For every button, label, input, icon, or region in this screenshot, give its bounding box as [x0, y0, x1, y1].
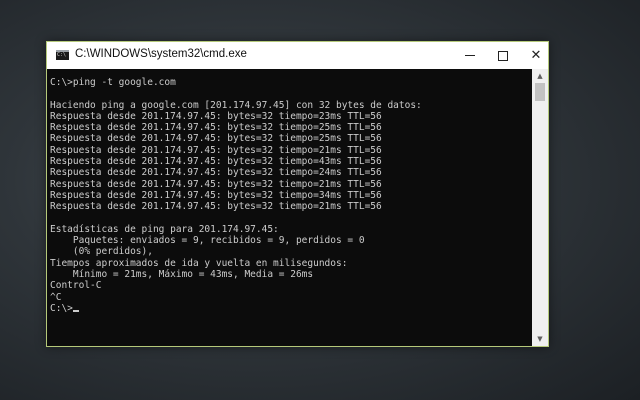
- title-bar[interactable]: C:\WINDOWS\system32\cmd.exe ✕: [47, 42, 548, 69]
- prompt-text: C:\>: [50, 302, 73, 314]
- maximize-icon: [498, 50, 508, 61]
- console-line: Respuesta desde 201.174.97.45: bytes=32 …: [50, 122, 382, 134]
- console-line: Respuesta desde 201.174.97.45: bytes=32 …: [50, 178, 382, 190]
- console-line: Paquetes: enviados = 9, recibidos = 9, p…: [50, 235, 365, 247]
- cmd-window: C:\WINDOWS\system32\cmd.exe ✕ C:\>ping -…: [46, 41, 549, 347]
- text-cursor: [72, 309, 79, 312]
- scroll-up-arrow-icon[interactable]: ▲: [532, 69, 548, 83]
- console-output[interactable]: C:\>ping -t google.com Haciendo ping a go…: [47, 69, 532, 346]
- vertical-scrollbar[interactable]: ▲ ▼: [532, 69, 548, 346]
- scroll-down-arrow-icon[interactable]: ▼: [532, 332, 548, 346]
- minimize-button[interactable]: [454, 42, 486, 69]
- close-button[interactable]: ✕: [520, 42, 552, 69]
- console-line: ^C: [50, 291, 62, 303]
- console-line: Respuesta desde 201.174.97.45: bytes=32 …: [50, 110, 382, 122]
- cmd-icon: [56, 50, 69, 60]
- console-line: Mínimo = 21ms, Máximo = 43ms, Media = 26…: [50, 269, 314, 281]
- maximize-button[interactable]: [487, 42, 519, 69]
- scrollbar-thumb[interactable]: [535, 83, 545, 101]
- minimize-icon: [465, 55, 475, 56]
- window-title: C:\WINDOWS\system32\cmd.exe: [75, 48, 247, 60]
- console-text: C:\>ping -t google.com Haciendo ping a go…: [47, 69, 532, 314]
- prompt-line: C:\>: [50, 303, 532, 314]
- console-line: Respuesta desde 201.174.97.45: bytes=32 …: [50, 156, 382, 168]
- console-line: Respuesta desde 201.174.97.45: bytes=32 …: [50, 167, 382, 179]
- console-line: Estadísticas de ping para 201.174.97.45:: [50, 223, 279, 235]
- console-line: Respuesta desde 201.174.97.45: bytes=32 …: [50, 144, 382, 156]
- console-line: Respuesta desde 201.174.97.45: bytes=32 …: [50, 189, 382, 201]
- console-line: Haciendo ping a google.com [201.174.97.4…: [50, 99, 422, 111]
- console-line: Tiempos aproximados de ida y vuelta en m…: [50, 257, 348, 269]
- console-line: Respuesta desde 201.174.97.45: bytes=32 …: [50, 133, 382, 145]
- console-line: C:\>ping -t google.com: [50, 77, 176, 88]
- close-icon: ✕: [530, 48, 542, 63]
- console-line: Respuesta desde 201.174.97.45: bytes=32 …: [50, 201, 382, 213]
- console-line: (0% perdidos),: [50, 246, 153, 258]
- console-line: Control-C: [50, 280, 102, 292]
